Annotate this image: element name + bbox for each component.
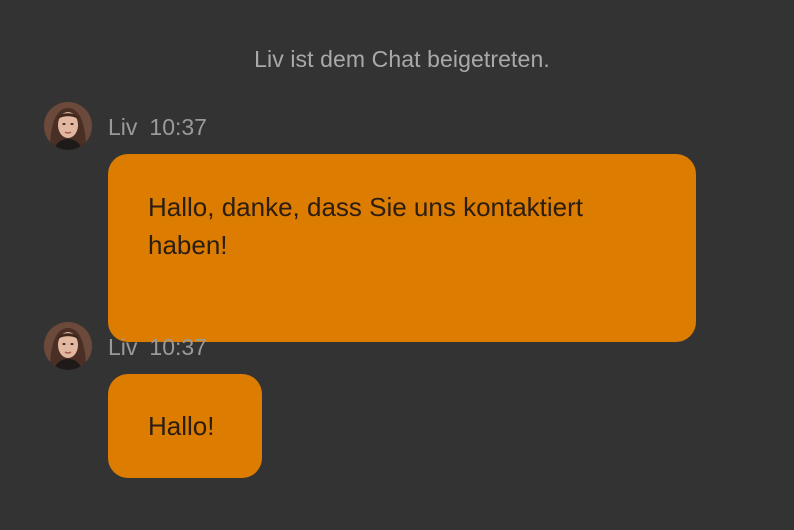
- message-time: 10:37: [149, 334, 207, 360]
- sender-name: Liv: [108, 334, 138, 360]
- message-bubble: Hallo!: [108, 374, 262, 478]
- message-text: Hallo!: [148, 411, 215, 441]
- message-bubble: Hallo, danke, dass Sie uns kontaktiert h…: [108, 154, 696, 342]
- system-message: Liv ist dem Chat beigetreten.: [254, 46, 550, 72]
- message-time: 10:37: [149, 114, 207, 140]
- message-text: Hallo, danke, dass Sie uns kontaktiert h…: [148, 192, 584, 260]
- agent-avatar-icon: [44, 102, 92, 150]
- message-meta: Liv 10:37: [108, 334, 207, 361]
- message-meta: Liv 10:37: [108, 114, 207, 141]
- agent-avatar-icon: [44, 322, 92, 370]
- sender-name: Liv: [108, 114, 138, 140]
- chat-transcript: Liv ist dem Chat beigetreten. Liv 10:37 H…: [0, 0, 794, 530]
